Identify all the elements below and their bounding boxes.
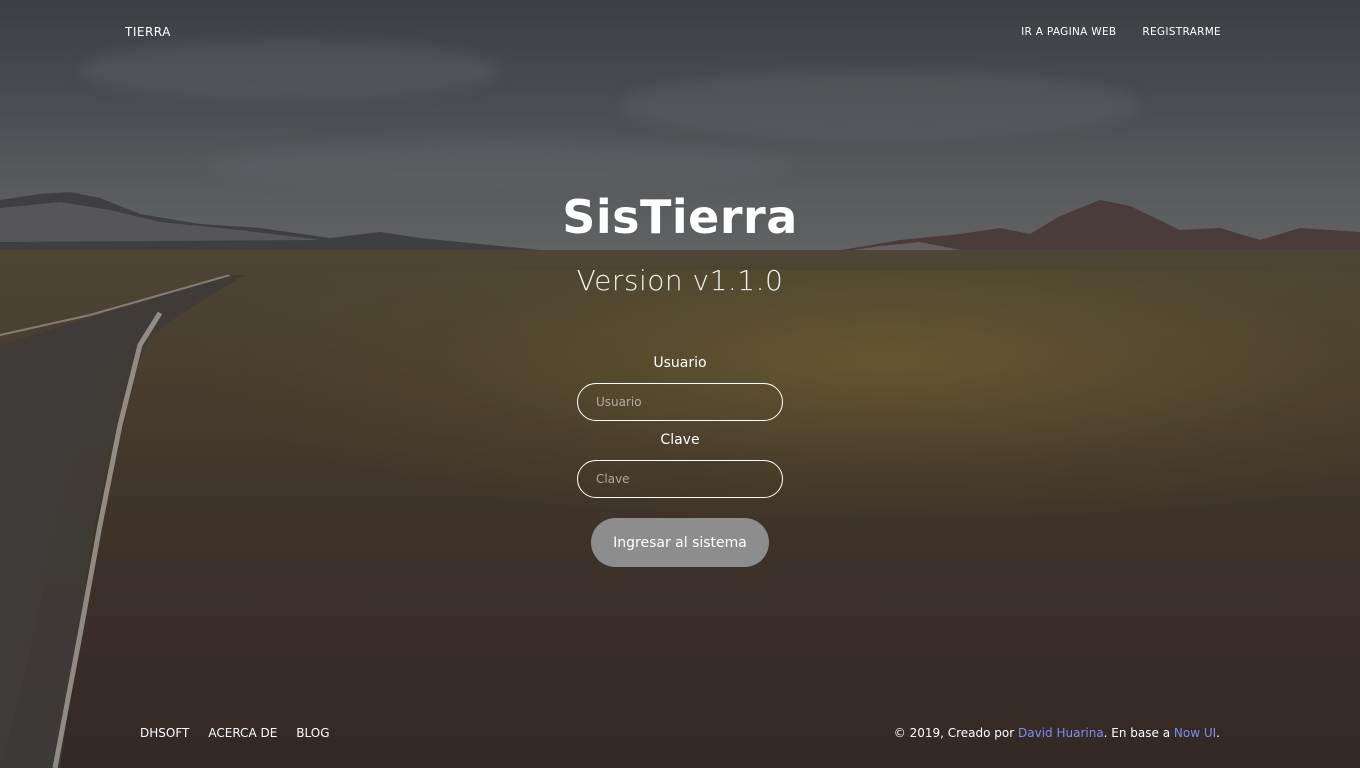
password-input[interactable] <box>577 460 783 498</box>
navbar-links: IR A PAGINA WEB REGISTRARME <box>1021 26 1221 38</box>
based-on-text: . En base a <box>1103 726 1174 740</box>
copyright-prefix: © 2019, Creado por <box>893 726 1018 740</box>
app-title: SisTierra <box>562 190 798 244</box>
footer-nav: DHSOFT ACERCA DE BLOG <box>140 726 330 740</box>
nav-link-register[interactable]: REGISTRARME <box>1142 26 1221 38</box>
framework-link[interactable]: Now UI <box>1174 726 1216 740</box>
login-button[interactable]: Ingresar al sistema <box>591 518 769 567</box>
username-input[interactable] <box>577 383 783 421</box>
app-version: Version v1.1.0 <box>576 264 784 297</box>
copyright-suffix: . <box>1216 726 1220 740</box>
footer-link-dhsoft[interactable]: DHSOFT <box>140 726 189 740</box>
navbar-brand[interactable]: TIERRA <box>125 25 171 39</box>
username-label: Usuario <box>653 355 707 371</box>
footer-link-blog[interactable]: BLOG <box>296 726 329 740</box>
footer-link-about[interactable]: ACERCA DE <box>208 726 277 740</box>
copyright: © 2019, Creado por David Huarina. En bas… <box>894 726 1220 740</box>
author-link[interactable]: David Huarina <box>1018 726 1104 740</box>
password-label: Clave <box>660 432 700 448</box>
nav-link-website[interactable]: IR A PAGINA WEB <box>1021 26 1116 38</box>
